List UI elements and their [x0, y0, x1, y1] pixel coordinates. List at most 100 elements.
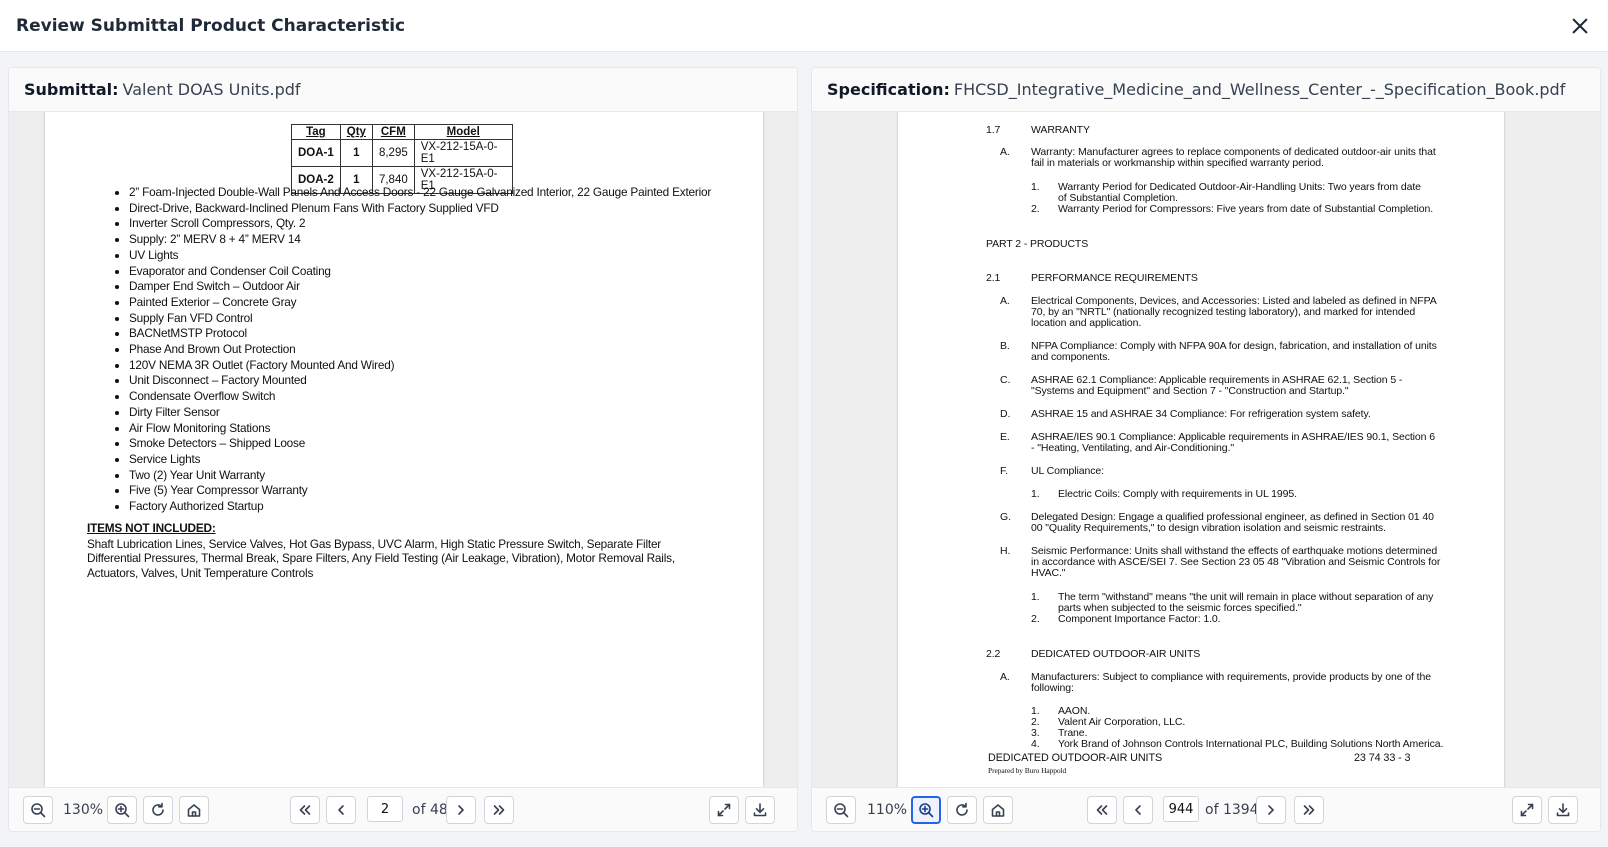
first-page-icon [299, 805, 311, 815]
rotate-icon [152, 802, 164, 816]
spec-paragraph: Delegated Design: Engage a qualified pro… [1031, 511, 1434, 535]
workarea: Submittal: Valent DOAS Units.pdf Tag Qty… [0, 52, 1608, 847]
prev-page-icon [1135, 805, 1141, 815]
feature-list: 2” Foam-Injected Double-Wall Panels And … [109, 185, 711, 515]
specification-panel: Specification: FHCSD_Integrative_Medicin… [811, 67, 1601, 832]
rotate-button[interactable] [143, 796, 173, 824]
list-item: Damper End Switch – Outdoor Air [129, 279, 711, 295]
dialog-header: Review Submittal Product Characteristic [0, 0, 1608, 52]
submittal-panel: Submittal: Valent DOAS Units.pdf Tag Qty… [8, 67, 798, 832]
submittal-page: Tag Qty CFM Model DOA-1 1 8,295 VX-212-1… [45, 112, 763, 789]
part-heading: PART 2 - PRODUCTS [986, 238, 1089, 250]
zoom-level: 110% [867, 802, 908, 818]
home-icon [991, 804, 1005, 817]
zoom-in-button[interactable] [107, 796, 137, 824]
first-page-button[interactable] [1087, 796, 1117, 824]
last-page-button[interactable] [1294, 796, 1324, 824]
item-letter: A. [1000, 295, 1010, 307]
page-number-input[interactable] [367, 796, 403, 822]
table-header-row: Tag Qty CFM Model [291, 124, 513, 140]
expand-button[interactable] [709, 796, 739, 824]
zoom-out-button[interactable] [23, 796, 53, 824]
table-header-tag: Tag [291, 124, 341, 140]
zoom-in-button[interactable] [911, 796, 941, 824]
download-icon [753, 803, 767, 817]
spec-paragraph: Manufacturers: Subject to compliance wit… [1031, 671, 1431, 695]
rotate-button[interactable] [947, 796, 977, 824]
download-icon [1556, 803, 1570, 817]
specification-viewer[interactable]: 1.7 WARRANTY A. Warranty: Manufacturer a… [812, 112, 1600, 789]
spec-paragraph: NFPA Compliance: Comply with NFPA 90A fo… [1031, 340, 1437, 364]
submittal-filename: Valent DOAS Units.pdf [122, 80, 301, 99]
list-item: 2” Foam-Injected Double-Wall Panels And … [129, 185, 711, 201]
item-letter: B. [1000, 340, 1010, 352]
unit-table: Tag Qty CFM Model DOA-1 1 8,295 VX-212-1… [291, 124, 513, 194]
table-cell: 8,295 [371, 139, 415, 167]
list-item: Factory Authorized Startup [129, 499, 711, 515]
list-item: Painted Exterior – Concrete Gray [129, 295, 711, 311]
list-item: Evaporator and Condenser Coil Coating [129, 264, 711, 280]
home-icon [187, 804, 201, 817]
prev-page-button[interactable] [1123, 796, 1153, 824]
section-title: PERFORMANCE REQUIREMENTS [1031, 272, 1198, 284]
table-row: DOA-1 1 8,295 VX-212-15A-0-E1 [291, 139, 513, 167]
section-number: 2.2 [986, 648, 1001, 660]
list-item: UV Lights [129, 248, 711, 264]
download-button[interactable] [1548, 796, 1578, 824]
expand-button[interactable] [1512, 796, 1542, 824]
close-icon[interactable] [1568, 14, 1592, 38]
download-button[interactable] [745, 796, 775, 824]
section-title: DEDICATED OUTDOOR-AIR UNITS [1031, 648, 1201, 660]
item-letter: A. [1000, 146, 1010, 158]
submittal-label: Submittal: [24, 80, 119, 99]
table-header-model: Model [413, 124, 513, 140]
footer-section-title: DEDICATED OUTDOOR-AIR UNITS [988, 752, 1163, 764]
home-button[interactable] [983, 796, 1013, 824]
table-cell: 1 [339, 139, 373, 167]
not-included-heading: ITEMS NOT INCLUDED: [87, 521, 216, 535]
item-number: 2. [1031, 613, 1040, 625]
item-number: 1. [1031, 488, 1040, 500]
item-letter: F. [1000, 465, 1008, 477]
spec-line: Warranty Period for Compressors: Five ye… [1058, 203, 1434, 215]
spec-line: Electric Coils: Comply with requirements… [1058, 488, 1297, 500]
submittal-viewer[interactable]: Tag Qty CFM Model DOA-1 1 8,295 VX-212-1… [9, 112, 797, 789]
spec-paragraph: The term "withstand" means "the unit wil… [1058, 591, 1434, 615]
specification-header: Specification: FHCSD_Integrative_Medicin… [812, 68, 1600, 112]
specification-filename: FHCSD_Integrative_Medicine_and_Wellness_… [953, 80, 1566, 99]
page-number-input[interactable] [1163, 796, 1199, 822]
submittal-toolbar: 130% of 48 [9, 787, 797, 831]
list-item: Air Flow Monitoring Stations [129, 421, 711, 437]
prev-page-button[interactable] [326, 796, 356, 824]
item-letter: G. [1000, 511, 1011, 523]
not-included-text: Shaft Lubrication Lines, Service Valves,… [87, 536, 675, 580]
next-page-button[interactable] [1256, 796, 1286, 824]
next-page-button[interactable] [446, 796, 476, 824]
list-item: Condensate Overflow Switch [129, 389, 711, 405]
zoom-in-icon [115, 803, 130, 818]
item-number: 2. [1031, 203, 1040, 215]
item-letter: H. [1000, 545, 1011, 557]
spec-paragraph: Warranty: Manufacturer agrees to replace… [1031, 146, 1436, 170]
table-cell: DOA-1 [291, 139, 341, 167]
spec-line: UL Compliance: [1031, 465, 1104, 477]
zoom-level: 130% [63, 802, 104, 818]
expand-icon [717, 803, 731, 817]
list-item: Five (5) Year Compressor Warranty [129, 483, 711, 499]
item-letter: C. [1000, 374, 1011, 386]
rotate-icon [956, 802, 968, 816]
specification-toolbar: 110% of 1394 [812, 787, 1600, 831]
page-count: of 1394 [1205, 802, 1259, 818]
section-number: 2.1 [986, 272, 1001, 284]
zoom-out-button[interactable] [826, 796, 856, 824]
item-letter: D. [1000, 408, 1011, 420]
list-item: Service Lights [129, 452, 711, 468]
last-page-button[interactable] [484, 796, 514, 824]
submittal-header: Submittal: Valent DOAS Units.pdf [9, 68, 797, 112]
item-letter: E. [1000, 431, 1010, 443]
first-page-button[interactable] [290, 796, 320, 824]
home-button[interactable] [179, 796, 209, 824]
list-item: Phase And Brown Out Protection [129, 342, 711, 358]
item-number: 1. [1031, 181, 1040, 193]
section-title: WARRANTY [1031, 124, 1090, 136]
